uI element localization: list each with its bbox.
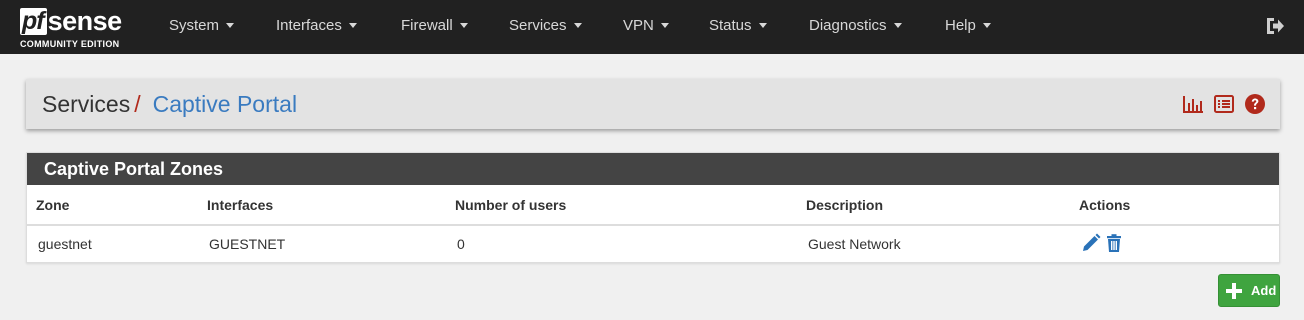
caret-down-icon (982, 23, 991, 28)
nav-status[interactable]: Status (709, 0, 767, 54)
nav-services[interactable]: Services (509, 0, 582, 54)
logo-edition: COMMUNITY EDITION (20, 39, 120, 49)
caret-down-icon (348, 23, 357, 28)
column-header-zone: Zone (36, 197, 70, 213)
captive-portal-zones-panel: Captive Portal Zones Zone Interfaces Num… (26, 152, 1280, 263)
breadcrumb-captive-portal[interactable]: Captive Portal (153, 91, 297, 117)
column-header-interfaces: Interfaces (207, 197, 274, 213)
trash-icon[interactable] (1104, 233, 1124, 253)
nav-system[interactable]: System (169, 0, 235, 54)
add-button[interactable]: Add (1218, 274, 1280, 307)
table-row[interactable]: guestnet GUESTNET 0 Guest Network (27, 226, 1279, 262)
sign-out-icon[interactable] (1264, 15, 1286, 37)
plus-icon (1226, 282, 1242, 299)
caret-down-icon (758, 23, 767, 28)
breadcrumb-separator: / (134, 91, 141, 117)
nav-diagnostics[interactable]: Diagnostics (809, 0, 902, 54)
question-circle-icon[interactable] (1244, 93, 1266, 115)
breadcrumb: Services / Captive Portal (42, 79, 297, 129)
pencil-icon[interactable] (1081, 233, 1101, 253)
logo-pf: pf (20, 8, 47, 35)
table-header: Zone Interfaces Number of users Descript… (27, 185, 1279, 226)
breadcrumb-services: Services (42, 91, 131, 117)
nav-interfaces[interactable]: Interfaces (276, 0, 357, 54)
panel-title: Captive Portal Zones (27, 153, 1279, 185)
column-header-actions: Actions (1079, 197, 1131, 213)
list-icon[interactable] (1213, 93, 1235, 115)
caret-down-icon (573, 23, 582, 28)
cell-number-of-users: 0 (457, 236, 465, 252)
row-actions (1081, 233, 1124, 253)
breadcrumb-panel: Services / Captive Portal (26, 79, 1280, 129)
cell-zone: guestnet (38, 236, 92, 252)
column-header-description: Description (806, 197, 884, 213)
caret-down-icon (459, 23, 468, 28)
cell-description: Guest Network (808, 236, 901, 252)
caret-down-icon (226, 23, 235, 28)
top-navbar: pf sense COMMUNITY EDITION System Interf… (0, 0, 1304, 54)
bar-chart-icon[interactable] (1182, 93, 1204, 115)
pfsense-logo[interactable]: pf sense COMMUNITY EDITION (20, 5, 142, 51)
nav-firewall[interactable]: Firewall (401, 0, 468, 54)
caret-down-icon (893, 23, 902, 28)
cell-interfaces: GUESTNET (209, 236, 286, 252)
caret-down-icon (660, 23, 669, 28)
logo-sense: sense (47, 6, 123, 36)
nav-vpn[interactable]: VPN (623, 0, 669, 54)
column-header-number-of-users: Number of users (455, 197, 567, 213)
nav-help[interactable]: Help (945, 0, 991, 54)
add-button-label: Add (1251, 283, 1277, 298)
